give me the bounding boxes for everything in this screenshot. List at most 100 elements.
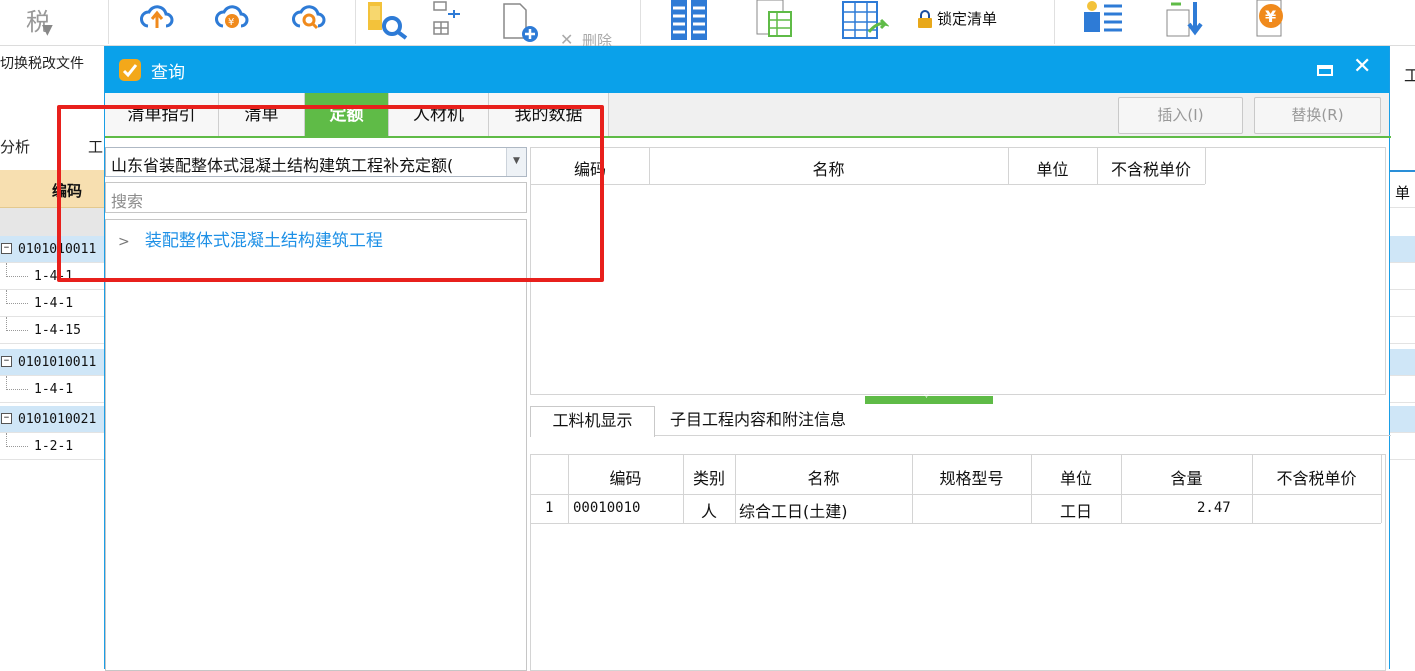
tree-child-row[interactable]: 1-4-1 xyxy=(0,376,104,403)
toolbar-divider xyxy=(640,0,641,44)
bottom-tab-strip: 工料机显示 子目工程内容和附注信息 xyxy=(530,406,1391,437)
resource-quantity: 2.47 xyxy=(1197,500,1231,516)
collapse-icon[interactable]: − xyxy=(1,413,12,424)
column-header-quantity[interactable]: 含量 xyxy=(1121,465,1252,489)
sort-transfer-icon[interactable] xyxy=(1165,0,1207,42)
replace-button[interactable]: 替换(R) xyxy=(1254,97,1381,134)
tree-parent-row[interactable]: −0101010011 xyxy=(0,236,104,263)
list-view-icon[interactable] xyxy=(669,0,713,42)
tree-child-row[interactable]: 1-2-1 xyxy=(0,433,104,460)
right-row xyxy=(1389,263,1415,290)
search-input[interactable]: 搜索 xyxy=(105,182,527,213)
right-row xyxy=(1389,236,1415,263)
price-icon[interactable]: ¥ xyxy=(1255,0,1295,42)
tree-connector xyxy=(6,263,28,277)
cloud-upload-icon[interactable] xyxy=(140,0,174,36)
dialog-titlebar[interactable]: 查询 ✕ xyxy=(105,46,1389,93)
quota-code: 1-4-15 xyxy=(34,323,81,338)
tax-switch-icon[interactable]: 税 ▼ xyxy=(22,0,58,40)
add-document-icon[interactable] xyxy=(500,0,540,44)
column-header-code[interactable]: 编码 xyxy=(531,156,649,180)
dialog-tab-strip: 清单指引 清单 定额 人材机 我的数据 插入(I) 替换(R) xyxy=(105,93,1389,137)
cloud-price-icon[interactable]: ¥ xyxy=(215,0,249,36)
right-row xyxy=(1389,406,1415,433)
insert-row-icon[interactable] xyxy=(428,0,462,36)
column-header-spec[interactable]: 规格型号 xyxy=(912,465,1031,489)
resource-category: 人 xyxy=(701,502,718,521)
collapse-icon[interactable]: − xyxy=(1,243,12,254)
tree-connector xyxy=(6,376,28,390)
chevron-right-icon[interactable]: > xyxy=(118,234,130,250)
quota-code: 1-4-1 xyxy=(34,382,74,397)
tab-list-guide[interactable]: 清单指引 xyxy=(105,93,219,137)
delete-icon: ✕ xyxy=(560,30,574,46)
delete-button[interactable]: ✕ 删除 xyxy=(560,26,620,46)
right-row xyxy=(1389,317,1415,344)
tree-parent-row[interactable]: −0101010011 xyxy=(0,349,104,376)
person-list-icon[interactable] xyxy=(1080,0,1126,42)
tab-list[interactable]: 清单 xyxy=(219,93,305,137)
quota-table-panel: 编码 名称 单位 不含税单价 xyxy=(530,147,1386,395)
close-icon[interactable]: ✕ xyxy=(1353,54,1371,79)
resource-name: 综合工日(土建) xyxy=(739,502,848,521)
column-divider xyxy=(1381,455,1382,523)
grid-subheader xyxy=(0,208,104,236)
tree-item-label: 装配整体式混凝土结构建筑工程 xyxy=(144,231,383,251)
document-table-icon[interactable] xyxy=(755,0,797,42)
quota-tree-panel: > 装配整体式混凝土结构建筑工程 xyxy=(105,219,527,671)
dialog-title: 查询 xyxy=(151,63,185,83)
splitter-handle[interactable]: ▽ xyxy=(865,390,993,404)
tab-underline xyxy=(105,136,1391,138)
dropdown-arrow-icon[interactable]: ▼ xyxy=(506,148,526,176)
code-column-header: 编码 xyxy=(52,182,83,200)
toolbar-divider xyxy=(108,0,109,44)
resource-code: 00010010 xyxy=(573,500,641,516)
lock-list-button[interactable]: 锁定清单 xyxy=(917,8,1027,30)
table-export-icon[interactable] xyxy=(841,0,889,42)
svg-text:¥: ¥ xyxy=(1265,7,1276,26)
column-header-price-excl-tax[interactable]: 不含税单价 xyxy=(1252,465,1381,489)
tax-switch-label[interactable]: 切换税改文件 xyxy=(0,53,84,73)
tab-labor-material-display[interactable]: 工料机显示 xyxy=(530,406,655,437)
cloud-search-icon[interactable] xyxy=(292,0,326,36)
analysis-tab[interactable]: 分析 xyxy=(0,136,30,157)
tree-connector xyxy=(6,317,28,331)
quota-code: 1-4-1 xyxy=(34,269,74,284)
column-header-name[interactable]: 名称 xyxy=(735,465,912,489)
maximize-icon[interactable] xyxy=(1317,65,1333,76)
row-divider xyxy=(531,523,1381,524)
column-header-unit[interactable]: 单位 xyxy=(1008,156,1097,180)
query-icon[interactable] xyxy=(366,0,410,40)
tab-sub-item-content[interactable]: 子目工程内容和附注信息 xyxy=(670,406,846,436)
insert-button[interactable]: 插入(I) xyxy=(1118,97,1243,134)
tree-parent-row[interactable]: −0101010021 xyxy=(0,406,104,433)
tree-child-row[interactable]: 1-4-1 xyxy=(0,290,104,317)
table-row[interactable]: 1 00010010 人 综合工日(土建) 工日 2.47 xyxy=(531,495,1381,523)
tab-labor-material-machine[interactable]: 人材机 xyxy=(389,93,489,137)
quota-code: 1-2-1 xyxy=(34,439,74,454)
column-header-category[interactable]: 类别 xyxy=(683,465,735,489)
column-header-unit[interactable]: 单位 xyxy=(1031,465,1121,489)
work-tab[interactable]: 工 xyxy=(88,136,103,157)
column-header-code[interactable]: 编码 xyxy=(568,465,683,489)
tab-my-data[interactable]: 我的数据 xyxy=(489,93,609,137)
toolbar-divider xyxy=(355,0,356,44)
right-row xyxy=(1389,349,1415,376)
tree-item[interactable]: > 装配整体式混凝土结构建筑工程 xyxy=(118,226,383,251)
column-header-price-excl-tax[interactable]: 不含税单价 xyxy=(1097,156,1205,180)
tree-child-row[interactable]: 1-4-15 xyxy=(0,317,104,344)
quota-code: 1-4-1 xyxy=(34,296,74,311)
right-work-tab[interactable]: 工 xyxy=(1404,62,1415,86)
library-select[interactable]: 山东省装配整体式混凝土结构建筑工程补充定额( ▼ xyxy=(105,147,527,177)
collapse-icon[interactable]: − xyxy=(1,356,12,367)
lock-icon xyxy=(917,10,933,28)
column-header-name[interactable]: 名称 xyxy=(649,156,1008,180)
tree-connector xyxy=(6,433,28,447)
tree-child-row[interactable]: 1-4-1 xyxy=(0,263,104,290)
header-divider xyxy=(531,184,1205,185)
main-toolbar: 税 ▼ ¥ ✕ 删除 锁定清单 ¥ xyxy=(0,0,1415,46)
query-dialog: 查询 ✕ 清单指引 清单 定额 人材机 我的数据 插入(I) 替换(R) 山东省… xyxy=(104,46,1391,671)
grid-header: 编码 xyxy=(0,170,104,208)
resource-table-panel: 编码 类别 名称 规格型号 单位 含量 不含税单价 1 00010010 人 综… xyxy=(530,454,1386,671)
tab-quota[interactable]: 定额 xyxy=(305,93,389,137)
